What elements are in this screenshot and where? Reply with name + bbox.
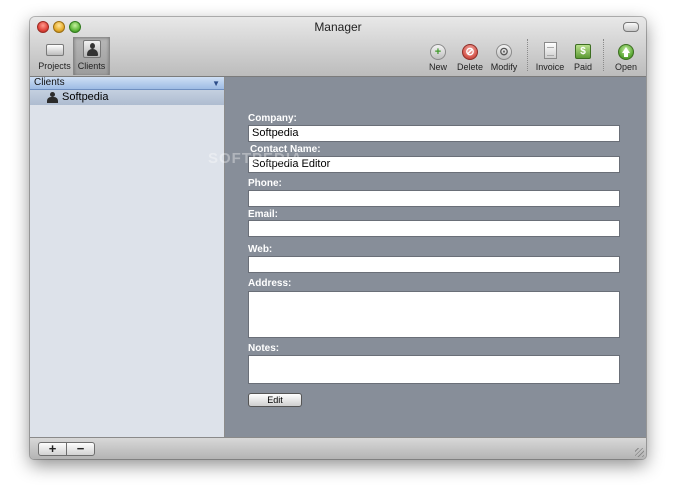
email-field[interactable] [248, 220, 620, 237]
document-icon [539, 41, 561, 61]
new-button[interactable]: + New [426, 41, 450, 72]
window-title: Manager [314, 20, 362, 34]
web-field[interactable] [248, 256, 620, 273]
phone-label: Phone: [248, 178, 282, 189]
toolbar-toggle-button[interactable] [623, 22, 639, 32]
paid-label: Paid [573, 62, 592, 72]
person-icon [47, 92, 58, 103]
new-label: New [428, 62, 447, 72]
toolbar-separator [603, 39, 604, 71]
web-label: Web: [248, 244, 273, 255]
up-arrow-icon [615, 41, 637, 61]
notes-label: Notes: [248, 343, 280, 354]
projects-button[interactable]: Projects [36, 37, 73, 75]
notes-field[interactable] [248, 355, 620, 384]
add-client-button[interactable]: + [38, 442, 67, 456]
company-field[interactable]: Softpedia [248, 125, 620, 142]
delete-label: Delete [456, 62, 483, 72]
clients-label: Clients [77, 61, 106, 71]
open-label: Open [614, 62, 638, 72]
sidebar-header[interactable]: Clients ▼ [30, 77, 224, 90]
invoice-button[interactable]: Invoice [534, 41, 566, 72]
clients-button[interactable]: Clients [73, 37, 110, 75]
phone-field[interactable] [248, 190, 620, 207]
sidebar-header-label: Clients [34, 77, 65, 88]
title-bar: Manager Projects Clients + New ⊘ Delete [30, 17, 646, 77]
paid-button[interactable]: $ Paid [571, 41, 595, 72]
delete-circle-icon: ⊘ [459, 41, 481, 61]
edit-button[interactable]: Edit [248, 393, 302, 407]
clients-sidebar: Clients ▼ Softpedia [30, 77, 225, 437]
triangle-down-icon[interactable]: ▼ [212, 78, 220, 89]
remove-client-button[interactable]: − [66, 442, 95, 456]
modify-button[interactable]: ⊙ Modify [488, 41, 520, 72]
open-button[interactable]: Open [612, 41, 640, 72]
sidebar-item-label: Softpedia [62, 91, 109, 103]
person-icon [81, 40, 103, 60]
client-detail-panel: Company: Softpedia Contact Name: Softped… [225, 77, 646, 437]
toolbar-separator [527, 39, 528, 71]
modify-circle-icon: ⊙ [493, 41, 515, 61]
contact-name-field[interactable]: Softpedia Editor [248, 156, 620, 173]
company-label: Company: [248, 113, 297, 124]
drive-icon [44, 40, 66, 60]
delete-button[interactable]: ⊘ Delete [456, 41, 484, 72]
address-label: Address: [248, 278, 292, 289]
email-label: Email: [248, 209, 279, 220]
plus-circle-icon: + [427, 41, 449, 61]
watermark: SOFTPEDIA [208, 150, 303, 167]
invoice-label: Invoice [535, 62, 565, 72]
sidebar-item-softpedia[interactable]: Softpedia [30, 90, 224, 105]
bottom-bar: + − [30, 437, 646, 459]
address-field[interactable] [248, 291, 620, 338]
modify-label: Modify [490, 62, 518, 72]
dollar-icon: $ [572, 41, 594, 61]
manager-window: Manager Projects Clients + New ⊘ Delete [30, 17, 646, 459]
projects-label: Projects [38, 61, 71, 71]
resize-grip-icon[interactable] [635, 448, 644, 457]
